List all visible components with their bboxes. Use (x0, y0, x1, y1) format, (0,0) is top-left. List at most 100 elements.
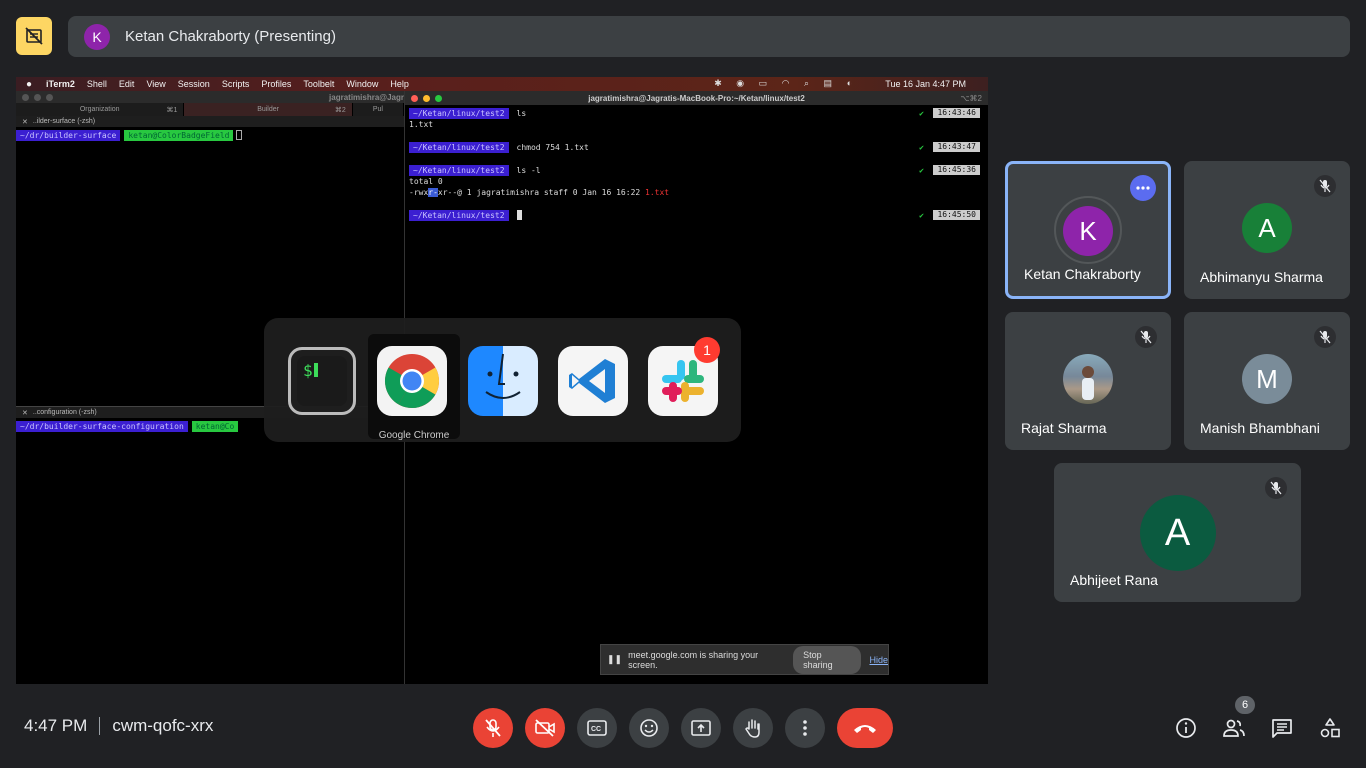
screen-sharing-notice: ❚❚ meet.google.com is sharing your scree… (600, 644, 889, 675)
mac-clock: Tue 16 Jan 4:47 PM (885, 79, 966, 89)
app-switcher: $ 1 Google Chrome (264, 318, 741, 442)
command-row: ~/Ketan/linux/test2 chmod 754 1.txt ✔ 16… (409, 141, 984, 153)
command-row: ~/Ketan/linux/test2 ls -l ✔ 16:45:36 (409, 164, 984, 176)
leave-call-button[interactable] (837, 708, 893, 748)
close-dot (22, 93, 29, 101)
pane-header: ✕ ..ilder-surface (-zsh) (16, 116, 404, 127)
info-icon (1176, 718, 1196, 738)
activities-button[interactable] (1314, 712, 1346, 744)
participant-tile[interactable]: A Abhijeet Rana (1054, 463, 1301, 602)
menu-item: Profiles (261, 79, 292, 89)
selected-app-label: Google Chrome (378, 430, 450, 441)
present-now-button[interactable] (681, 708, 721, 748)
prompt-path: ~/Ketan/linux/test2 (409, 209, 509, 221)
participant-tile[interactable]: A Abhimanyu Sharma (1184, 161, 1350, 299)
svg-text:CC: CC (591, 726, 601, 733)
tab-builder: Builder ⌘2 (184, 103, 353, 116)
meeting-time: 4:47 PM (24, 716, 88, 735)
hand-icon (745, 719, 760, 738)
avatar: A (1139, 495, 1216, 571)
more-dots-icon (1136, 186, 1150, 190)
more-options-button[interactable] (1130, 175, 1156, 201)
chat-button[interactable] (1266, 712, 1298, 744)
hide-self-view-button[interactable] (16, 17, 52, 55)
command-row: ~/Ketan/linux/test2 ✔ 16:45:50 (409, 209, 984, 221)
success-check-icon: ✔ (919, 142, 924, 152)
hide-view-icon (25, 27, 43, 45)
participant-name: Manish Bhambhani (1200, 420, 1320, 436)
people-count-badge: 6 (1235, 696, 1255, 714)
menu-item: Scripts (221, 79, 250, 89)
window-title: jagratimishra@Jagratis-MacBook-Pro:~/Ket… (588, 93, 805, 103)
menu-item: Session (177, 79, 210, 89)
people-icon (1223, 719, 1245, 737)
mic-off-icon (1135, 326, 1157, 348)
people-button[interactable] (1218, 712, 1250, 744)
chrome-icon[interactable] (377, 346, 447, 416)
camera-toggle-button[interactable] (525, 708, 565, 748)
success-check-icon: ✔ (919, 108, 924, 118)
participant-name: Abhimanyu Sharma (1200, 269, 1323, 285)
window-titlebar: jagratimishra@Jagratis-MacBook-Pro:~/Ket… (405, 91, 988, 105)
zoom-dot (46, 93, 53, 101)
pause-icon: ❚❚ (607, 654, 623, 664)
output-line: total 0 (409, 177, 443, 186)
prompt-path: ~/dr/builder-surface (16, 129, 121, 141)
terminal-icon[interactable]: $ (288, 347, 356, 415)
tab-bar: Organization ⌘1 Builder ⌘2 Pul (16, 103, 404, 116)
terminal-cursor (236, 130, 243, 140)
reactions-button[interactable] (629, 708, 669, 748)
menu-item: Toolbelt (303, 79, 335, 89)
menu-item: Edit (118, 79, 135, 89)
mic-toggle-button[interactable] (473, 708, 513, 748)
menu-item: Shell (86, 79, 107, 89)
minimize-dot (34, 93, 41, 101)
command-text: chmod 754 1.txt (516, 142, 589, 152)
stop-sharing-button[interactable]: Stop sharing (793, 645, 862, 674)
hide-link[interactable]: Hide (869, 655, 888, 665)
mic-off-icon (1314, 175, 1336, 197)
prompt-path: ~/dr/builder-surface-configuration (16, 420, 188, 432)
success-check-icon: ✔ (919, 165, 924, 175)
camera-off-icon (535, 719, 555, 737)
close-pane-icon: ✕ (22, 409, 28, 417)
mic-off-icon (1265, 477, 1287, 499)
window-title: jagratimishra@Jagr (329, 92, 404, 102)
participant-tile[interactable]: M Manish Bhambhani (1184, 312, 1350, 450)
timestamp: 16:45:36 (933, 165, 980, 175)
participant-tile[interactable]: Rajat Sharma (1005, 312, 1171, 450)
terminal-cursor (516, 210, 522, 220)
prompt-path: ~/Ketan/linux/test2 (409, 164, 509, 176)
timestamp: 16:43:47 (933, 142, 980, 152)
menu-item: Window (346, 79, 379, 89)
vscode-icon[interactable] (558, 346, 628, 416)
meeting-details-button[interactable] (1170, 712, 1202, 744)
prompt-path: ~/Ketan/linux/test2 (409, 107, 509, 119)
participant-name: Abhijeet Rana (1070, 572, 1158, 588)
window-titlebar: jagratimishra@Jagr (16, 91, 404, 103)
emoji-icon (640, 719, 658, 737)
timestamp: 16:45:50 (933, 210, 980, 220)
captions-button[interactable]: CC (577, 708, 617, 748)
captions-icon: CC (587, 720, 607, 736)
close-pane-icon: ✕ (22, 118, 28, 126)
output-line: -rwxr-xr--@ 1 jagratimishra staff 0 Jan … (409, 188, 670, 197)
finder-icon[interactable] (468, 346, 538, 416)
raise-hand-button[interactable] (733, 708, 773, 748)
timestamp: 16:43:46 (933, 108, 980, 118)
menu-item: iTerm2 (46, 79, 75, 89)
tab-pul: Pul (353, 103, 404, 116)
more-options-button[interactable] (785, 708, 825, 748)
prompt-branch: ketan@Co (191, 420, 239, 432)
more-vert-icon (803, 720, 807, 736)
activities-icon (1320, 718, 1340, 738)
apple-icon: ● (26, 78, 33, 90)
command-text: ls -l (516, 165, 541, 175)
participant-tile[interactable]: K Ketan Chakraborty (1005, 161, 1171, 299)
avatar: M (1242, 354, 1292, 404)
presenter-bar: K Ketan Chakraborty (Presenting) (68, 16, 1350, 57)
menu-item: View (146, 79, 166, 89)
window-shortcut: ⌥⌘2 (960, 93, 982, 103)
avatar-photo (1063, 354, 1113, 404)
shared-screen: ● iTerm2 Shell Edit View Session Scripts… (16, 77, 988, 684)
